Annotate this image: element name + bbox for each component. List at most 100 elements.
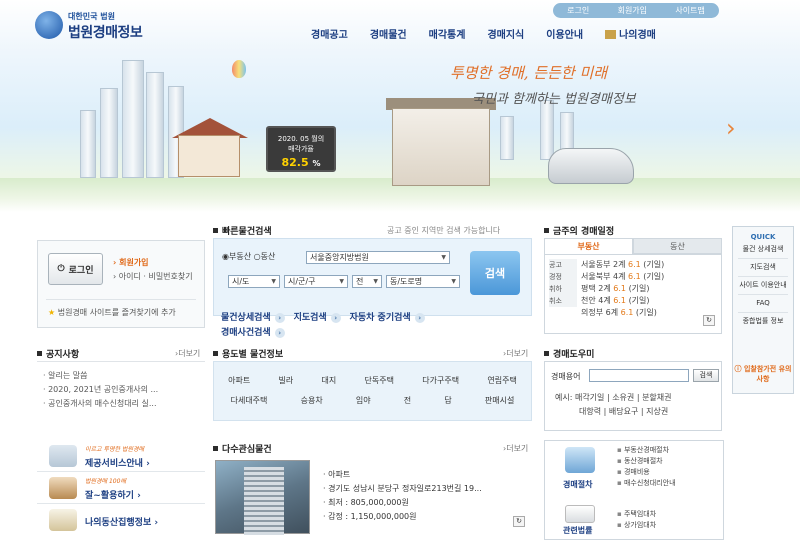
find-idpw-link[interactable]: › 아이디 · 비밀번호찾기 — [113, 271, 193, 282]
util-sitemap-link[interactable]: 사이트맵 — [675, 5, 704, 16]
procedure-label[interactable]: 경매절차 — [563, 479, 592, 490]
nav-sale-stats[interactable]: 매각통계 — [418, 26, 477, 42]
login-button-label: 로그인 — [68, 265, 94, 276]
logo-subtitle[interactable]: 대한민국 법원 — [68, 11, 115, 22]
tab-realestate[interactable]: 부동산 — [544, 238, 633, 254]
court-emblem-icon[interactable] — [35, 11, 63, 39]
sido-select[interactable]: 시/도 ▼ — [228, 275, 280, 288]
banner-next-arrow-icon[interactable]: › — [726, 114, 736, 142]
row-count: 6계 — [605, 308, 619, 317]
login-button[interactable]: ⏻ 로그인 — [48, 253, 103, 285]
refresh-icon[interactable]: ↻ — [513, 516, 525, 527]
schedule-row[interactable]: 서울동부 2계 6.1 (기일) — [581, 259, 715, 271]
usage-more-link[interactable]: ›더보기 — [503, 348, 528, 359]
law-link[interactable]: 상가임대차 — [617, 520, 656, 531]
quick-faq[interactable]: FAQ — [738, 295, 788, 313]
quick-search-title-text: 빠른물건검색 — [222, 227, 272, 237]
nav-my-auction[interactable]: 나의경매 — [594, 26, 667, 42]
schedule-row[interactable]: 서울북부 4계 6.1 (기일) — [581, 271, 715, 283]
term-example[interactable]: 분할채권 — [642, 393, 671, 402]
court-select[interactable]: 서울중앙지방법원 ▼ — [306, 251, 450, 264]
law-label[interactable]: 관련법률 — [563, 525, 592, 536]
item-type[interactable]: · 아파트 — [323, 468, 528, 482]
promo-service-guide[interactable]: 이르고 투명한 법원경매 제공서비스안내 › — [37, 442, 205, 472]
popular-more-link[interactable]: ›더보기 — [503, 443, 528, 454]
detail-search-link[interactable]: 물건상세검색 › — [221, 313, 285, 323]
procedure-link[interactable]: 매수신청대리안내 — [617, 478, 676, 489]
procedure-link[interactable]: 부동산경매절차 — [617, 445, 676, 456]
usage-forest[interactable]: 임야 — [356, 395, 371, 406]
tab-movable[interactable]: 동산 — [633, 238, 722, 254]
util-login-link[interactable]: 로그인 — [567, 5, 589, 16]
side-notice[interactable]: 공고 — [549, 259, 577, 271]
usage-land[interactable]: 대지 — [322, 375, 337, 386]
nav-auction-notice[interactable]: 경매공고 — [300, 26, 359, 42]
notice-item[interactable]: · 알리는 말씀 — [43, 369, 203, 383]
law-link[interactable]: 주택임대차 — [617, 509, 656, 520]
road-select[interactable]: 동/도로명 ▼ — [386, 275, 460, 288]
usage-field[interactable]: 전 — [404, 395, 411, 406]
nav-usage-guide[interactable]: 이용안내 — [535, 26, 594, 42]
favorite-link[interactable]: ★ 법원경매 사이트를 즐겨찾기에 추가 — [48, 307, 176, 318]
court-select-value: 서울중앙지방법원 — [310, 253, 369, 262]
promo-utilize[interactable]: 법원경매 100배 잘~활용하기 › — [37, 474, 205, 504]
nav-auction-items[interactable]: 경매물건 — [359, 26, 418, 42]
schedule-row[interactable]: 평택 2계 6.1 (기일) — [581, 283, 715, 295]
quick-caution-link[interactable]: ⓘ 입찰참가전 유의사항 — [732, 364, 794, 384]
star-icon: ★ — [48, 308, 56, 317]
notice-item[interactable]: · 공인중개사의 매수신청대리 실... — [43, 397, 203, 411]
term-example[interactable]: 예시: 매각기일 — [555, 393, 604, 402]
term-search-button[interactable]: 검색 — [693, 369, 719, 382]
procedure-link[interactable]: 경매비용 — [617, 467, 676, 478]
banner-slogan: 투명한 경매, 든든한 미래 — [450, 64, 608, 82]
item-address[interactable]: · 경기도 성남시 분당구 정자일로213번길 19... — [323, 482, 528, 496]
sigungu-select[interactable]: 시/군/구 ▼ — [284, 275, 348, 288]
usage-apartment[interactable]: 아파트 — [228, 375, 250, 386]
usage-paddy[interactable]: 답 — [444, 395, 451, 406]
procedure-link[interactable]: 동산경매절차 — [617, 456, 676, 467]
item-type-text: 아파트 — [328, 470, 351, 479]
apartment-tower — [146, 72, 164, 178]
radio-realestate[interactable]: ◉부동산 — [222, 252, 251, 261]
quick-map-search[interactable]: 지도검색 — [738, 259, 788, 277]
quick-law-info[interactable]: 종합법률 정보 — [738, 313, 788, 330]
dong-type-select[interactable]: 전 ▼ — [352, 275, 382, 288]
side-cancel[interactable]: 취소 — [549, 295, 577, 307]
usage-multiplex[interactable]: 다세대주택 — [231, 395, 268, 406]
case-search-link[interactable]: 경매사건검색 › — [221, 325, 285, 338]
notice-more-link[interactable]: ›더보기 — [175, 348, 200, 359]
usage-car[interactable]: 승용차 — [301, 395, 323, 406]
side-correction[interactable]: 경정 — [549, 271, 577, 283]
term-example[interactable]: 대항력 — [579, 407, 601, 416]
usage-more-label: 더보기 — [506, 349, 529, 358]
promo-movable-execution[interactable]: 나의동산집행정보 › — [37, 506, 205, 536]
item-photo[interactable] — [215, 460, 310, 535]
util-join-link[interactable]: 회원가입 — [618, 5, 647, 16]
term-search-input[interactable] — [589, 369, 689, 382]
vehicle-search-link[interactable]: 자동차 중기검색 › — [350, 313, 425, 323]
logo-title[interactable]: 법원경매정보 — [68, 22, 143, 42]
quick-site-guide[interactable]: 사이트 이용안내 — [738, 277, 788, 295]
term-example[interactable]: 배당요구 — [609, 407, 638, 416]
map-search-link[interactable]: 지도검색 › — [294, 313, 341, 323]
usage-house[interactable]: 단독주택 — [365, 375, 394, 386]
main-nav: 경매공고 경매물건 매각통계 경매지식 이용안내 나의경매 — [300, 26, 667, 42]
search-button[interactable]: 검색 — [470, 251, 520, 295]
usage-row-house[interactable]: 연립주택 — [487, 375, 516, 386]
quick-detail-search[interactable]: 물건 상세검색 — [738, 241, 788, 259]
notice-item[interactable]: · 2020, 2021년 공인중개사의 ... — [43, 383, 203, 397]
usage-villa[interactable]: 빌라 — [279, 375, 294, 386]
radio-movable[interactable]: ○동산 — [254, 252, 276, 261]
side-withdraw[interactable]: 취하 — [549, 283, 577, 295]
schedule-row[interactable]: 의정부 6계 6.1 (기일) — [581, 307, 715, 319]
schedule-row[interactable]: 천안 4계 6.1 (기일) — [581, 295, 715, 307]
nav-my-auction-label: 나의경매 — [619, 30, 656, 41]
join-link[interactable]: › 회원가입 — [113, 257, 149, 268]
term-example[interactable]: 지상권 — [646, 407, 668, 416]
usage-retail[interactable]: 판매시설 — [485, 395, 514, 406]
nav-auction-knowledge[interactable]: 경매지식 — [476, 26, 535, 42]
usage-multi-house[interactable]: 다가구주택 — [422, 375, 459, 386]
term-example[interactable]: 소유권 — [612, 393, 634, 402]
refresh-icon[interactable]: ↻ — [703, 315, 715, 326]
balloon-icon — [232, 60, 246, 78]
